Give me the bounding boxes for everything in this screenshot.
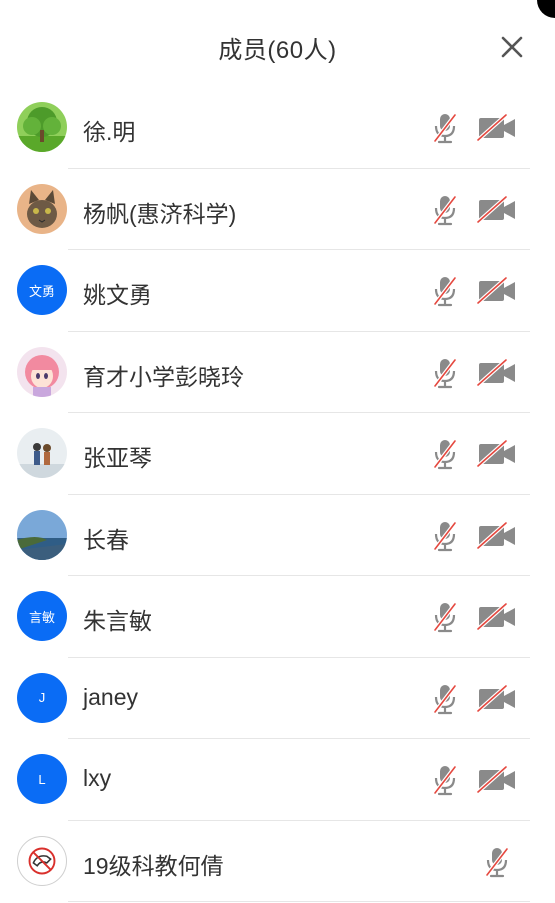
mic-muted-icon[interactable] bbox=[482, 845, 512, 879]
mic-muted-icon[interactable] bbox=[430, 763, 460, 797]
mic-muted-icon[interactable] bbox=[430, 437, 460, 471]
seascape-photo-avatar bbox=[17, 509, 67, 560]
tree-photo-avatar bbox=[17, 102, 67, 152]
member-row[interactable]: 张亚琴 bbox=[0, 413, 555, 495]
cat-photo-avatar bbox=[17, 183, 67, 234]
avatar: 文勇 bbox=[17, 265, 67, 315]
member-name: 杨帆(惠济科学) bbox=[83, 200, 237, 227]
camera-off-icon[interactable] bbox=[476, 521, 518, 550]
avatar-initials: L bbox=[38, 771, 46, 787]
avatar-initials: 文勇 bbox=[28, 283, 55, 299]
avatar-initials: 言敏 bbox=[28, 609, 55, 625]
mic-muted-icon[interactable] bbox=[430, 274, 460, 308]
member-row[interactable]: 文勇 姚文勇 bbox=[0, 250, 555, 332]
member-row[interactable]: 长春 bbox=[0, 495, 555, 576]
member-row[interactable]: Llxy bbox=[0, 739, 555, 821]
member-name: lxy bbox=[83, 765, 112, 791]
camera-off-icon[interactable] bbox=[476, 358, 518, 387]
phone-logo-avatar bbox=[17, 835, 67, 886]
camera-off-icon[interactable] bbox=[476, 113, 518, 142]
anime-girl-avatar bbox=[17, 346, 67, 397]
member-row[interactable]: 徐.明 bbox=[0, 87, 555, 169]
camera-off-icon[interactable] bbox=[476, 684, 518, 713]
couple-photo-avatar bbox=[17, 428, 67, 478]
member-list: 徐.明 杨帆(惠济科学) 文勇 姚文勇 育才小学彭晓玲 张亚琴 长春 言敏 朱言敏 Jjaney L… bbox=[0, 87, 555, 902]
row-divider bbox=[68, 901, 530, 902]
member-name: 朱言敏 bbox=[83, 608, 152, 634]
avatar: J bbox=[17, 672, 67, 723]
mic-muted-icon[interactable] bbox=[430, 682, 460, 716]
member-row[interactable]: 杨帆(惠济科学) bbox=[0, 169, 555, 250]
member-name: 长春 bbox=[83, 526, 129, 553]
page-title: 成员(60人) bbox=[218, 37, 337, 64]
avatar: L bbox=[17, 754, 67, 804]
member-name: 育才小学彭晓玲 bbox=[83, 363, 244, 390]
camera-off-icon[interactable] bbox=[476, 439, 518, 468]
member-row[interactable]: 言敏 朱言敏 bbox=[0, 576, 555, 658]
member-row[interactable]: 19级科教何倩 bbox=[0, 821, 555, 902]
member-row[interactable]: 育才小学彭晓玲 bbox=[0, 332, 555, 413]
camera-off-icon[interactable] bbox=[476, 195, 518, 224]
header: 成员(60人) bbox=[0, 0, 555, 100]
mic-muted-icon[interactable] bbox=[430, 193, 460, 227]
member-name: 19级科教何倩 bbox=[83, 852, 224, 879]
member-name: 姚文勇 bbox=[83, 282, 152, 308]
mic-muted-icon[interactable] bbox=[430, 600, 460, 634]
avatar: 言敏 bbox=[17, 591, 67, 641]
avatar-initials: J bbox=[38, 690, 46, 705]
member-name: janey bbox=[83, 683, 138, 710]
mic-muted-icon[interactable] bbox=[430, 111, 460, 145]
mic-muted-icon[interactable] bbox=[430, 519, 460, 553]
camera-off-icon[interactable] bbox=[476, 602, 518, 631]
member-name: 张亚琴 bbox=[83, 445, 152, 471]
camera-off-icon[interactable] bbox=[476, 765, 518, 794]
member-name: 徐.明 bbox=[83, 119, 136, 145]
camera-off-icon[interactable] bbox=[476, 276, 518, 305]
close-icon[interactable] bbox=[497, 32, 527, 62]
member-row[interactable]: Jjaney bbox=[0, 658, 555, 739]
mic-muted-icon[interactable] bbox=[430, 356, 460, 390]
